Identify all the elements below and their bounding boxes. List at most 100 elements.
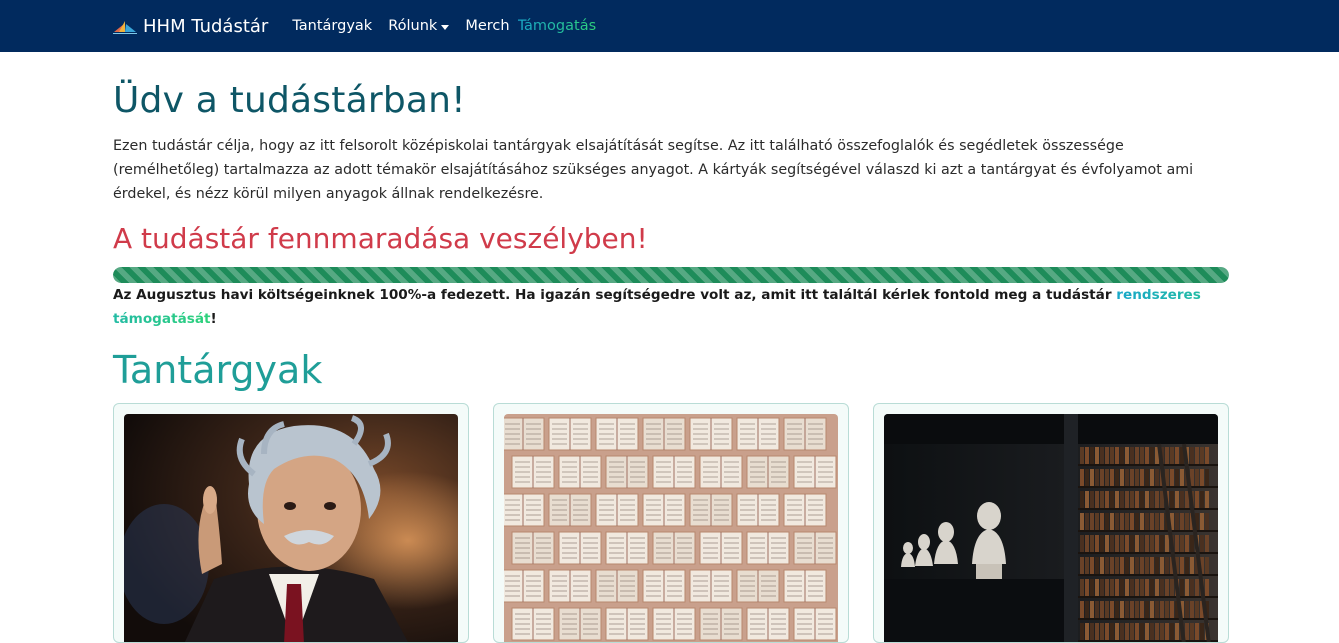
book-spine [1135, 557, 1139, 574]
book-spine [1080, 557, 1084, 574]
library-busts-image [884, 414, 1218, 642]
book-spine [1115, 491, 1119, 508]
book-spine [1190, 601, 1194, 618]
book-spine [1150, 447, 1154, 464]
book-spine [1120, 513, 1124, 530]
book-spine [1085, 513, 1089, 530]
subject-card[interactable] [113, 403, 469, 643]
nav-link-about[interactable]: Rólunk [388, 18, 450, 34]
book-spine [1140, 579, 1144, 596]
nav-link-subjects[interactable]: Tantárgyak [292, 18, 372, 34]
book-spine [1130, 447, 1134, 464]
subject-cards [113, 403, 1229, 643]
book-spine [1130, 601, 1134, 618]
book-spine [1205, 447, 1209, 464]
book-spine [1145, 535, 1149, 552]
book-spine [1195, 491, 1199, 508]
book-spine [1100, 579, 1104, 596]
book-spine [1135, 579, 1139, 596]
book-spine [1090, 557, 1094, 574]
book-spine [1125, 557, 1129, 574]
book-spine [1140, 623, 1144, 640]
book-spine [1120, 557, 1124, 574]
navbar: HHM Tudástár Tantárgyak Rólunk Merch Tám… [0, 0, 1339, 52]
subject-card[interactable] [873, 403, 1229, 643]
book-spine [1160, 623, 1164, 640]
nav-link-about-label: Rólunk [388, 18, 438, 34]
book-spine [1100, 623, 1104, 640]
book-spine [1090, 469, 1094, 486]
book-spine [1160, 601, 1164, 618]
einstein-figurine-image [124, 414, 458, 642]
funding-text-body: Az Augusztus havi költségeinknek 100%-a … [113, 287, 1117, 303]
book-spine [1205, 557, 1209, 574]
brand-link[interactable]: HHM Tudástár [113, 16, 268, 37]
book-spine [1125, 535, 1129, 552]
page-title: Üdv a tudástárban! [113, 80, 466, 121]
book-spine [1115, 469, 1119, 486]
book-spine [1090, 601, 1094, 618]
shelf [1078, 464, 1218, 466]
book-spine [1080, 601, 1084, 618]
book-spine [1130, 535, 1134, 552]
book-spine [1150, 535, 1154, 552]
book-spine [1100, 601, 1104, 618]
book-spine [1085, 579, 1089, 596]
book-spine [1195, 447, 1199, 464]
book-spine [1130, 579, 1134, 596]
book-spine [1085, 535, 1089, 552]
book-spine [1185, 623, 1189, 640]
book-spine [1165, 557, 1169, 574]
book-spine [1190, 579, 1194, 596]
book-spine [1080, 623, 1084, 640]
book-spine [1085, 601, 1089, 618]
einstein-figurine-illustration [124, 414, 458, 642]
subject-card[interactable] [493, 403, 849, 643]
book-spine [1155, 491, 1159, 508]
book-spine [1180, 579, 1184, 596]
book-spine [1135, 447, 1139, 464]
nav-link-support[interactable]: Támogatás [518, 18, 597, 34]
book-spine [1200, 491, 1204, 508]
book-spine [1190, 447, 1194, 464]
book-spine [1175, 491, 1179, 508]
book-spine [1150, 623, 1154, 640]
book-spine [1125, 491, 1129, 508]
intro-paragraph: Ezen tudástár célja, hogy az itt felsoro… [113, 138, 1194, 202]
book-spine [1140, 469, 1144, 486]
shelf [1078, 508, 1218, 510]
book-spine [1090, 579, 1094, 596]
nav-link-merch[interactable]: Merch [465, 18, 509, 34]
book-spine [1190, 623, 1194, 640]
book-spine [1115, 535, 1119, 552]
book-spine [1145, 623, 1149, 640]
book-spine [1105, 535, 1109, 552]
book-spine [1135, 491, 1139, 508]
book-spine [1115, 513, 1119, 530]
book-spine [1090, 513, 1094, 530]
library-busts-illustration [884, 414, 1218, 642]
book-spine [1150, 491, 1154, 508]
book-spine [1140, 447, 1144, 464]
shelf [1078, 596, 1218, 598]
book-spine [1095, 469, 1099, 486]
book-spine [1175, 513, 1179, 530]
book-spine [1155, 623, 1159, 640]
book-spine [1165, 535, 1169, 552]
book-spine [1080, 535, 1084, 552]
book-spine [1130, 557, 1134, 574]
book-spine [1110, 557, 1114, 574]
book-spine [1170, 491, 1174, 508]
funding-progress-bar [113, 267, 1229, 283]
book-spine [1120, 491, 1124, 508]
book-spine [1105, 447, 1109, 464]
book-spine [1180, 513, 1184, 530]
book-spine [1185, 557, 1189, 574]
book-spine [1080, 469, 1084, 486]
book-spine [1110, 601, 1114, 618]
book-spine [1145, 469, 1149, 486]
book-spine [1105, 513, 1109, 530]
book-spine [1085, 447, 1089, 464]
book-spine [1175, 535, 1179, 552]
book-spine [1115, 557, 1119, 574]
